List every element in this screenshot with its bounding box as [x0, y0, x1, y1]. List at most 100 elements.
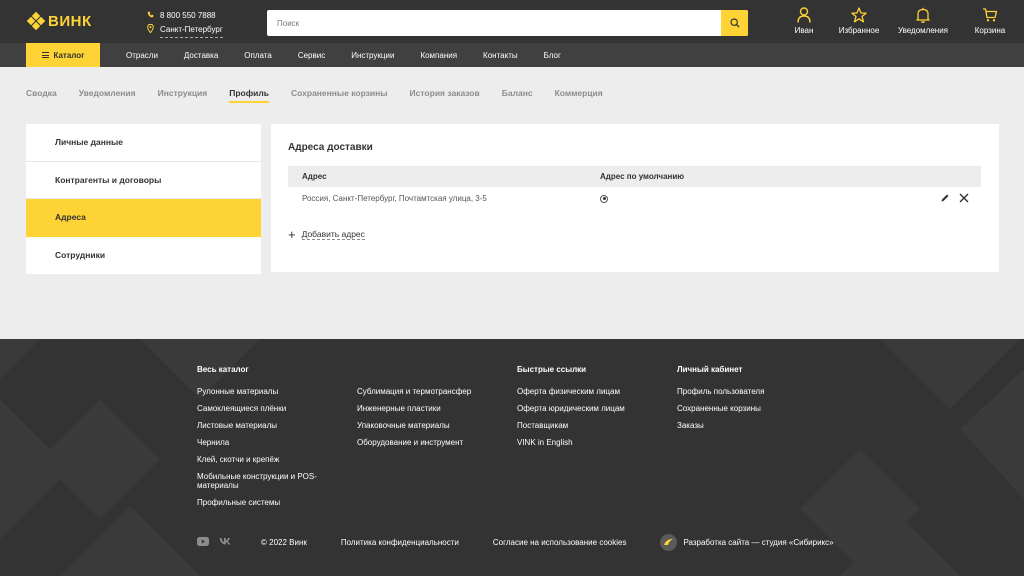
tab-saved-carts[interactable]: Сохраненные корзины: [291, 88, 388, 103]
tab-instruction[interactable]: Инструкция: [158, 88, 208, 103]
plus-icon: +: [288, 226, 296, 242]
footer-link[interactable]: Самоклеящиеся плёнки: [197, 405, 337, 414]
footer-link[interactable]: Оферта юридическим лицам: [517, 405, 657, 414]
search-bar: [267, 10, 748, 36]
nav-link-industries[interactable]: Отрасли: [126, 51, 158, 60]
footer-link[interactable]: Заказы: [677, 422, 817, 431]
add-address-button[interactable]: + Добавить адрес: [288, 226, 365, 242]
sidebar-item-personal-data[interactable]: Личные данные: [26, 124, 261, 162]
add-address-label: Добавить адрес: [301, 229, 365, 240]
sidebar-item-addresses[interactable]: Адреса: [26, 199, 261, 237]
nav-link-instructions[interactable]: Инструкции: [351, 51, 394, 60]
header-actions: Иван Избранное Уведомления Корзина: [780, 7, 1020, 35]
tab-balance[interactable]: Баланс: [502, 88, 533, 103]
star-icon: [851, 7, 867, 23]
nav-link-payment[interactable]: Оплата: [244, 51, 272, 60]
logo[interactable]: ВИНК: [26, 11, 92, 31]
nav-links: Отрасли Доставка Оплата Сервис Инструкци…: [126, 43, 587, 67]
profile-sidebar: Личные данные Контрагенты и договоры Адр…: [26, 124, 261, 274]
menu-icon: [41, 52, 49, 58]
city-selector[interactable]: Санкт-Петербург: [160, 23, 223, 38]
cart-label: Корзина: [974, 26, 1006, 35]
cart-button[interactable]: Корзина: [960, 7, 1020, 35]
developer-link[interactable]: Разработка сайта — студия «Сибирикс»: [660, 533, 834, 551]
notifications-button[interactable]: Уведомления: [890, 7, 956, 35]
cart-icon: [983, 8, 998, 22]
footer-link[interactable]: Профиль пользователя: [677, 387, 817, 397]
addresses-panel: Адреса доставки Адрес Адрес по умолчанию…: [271, 124, 999, 272]
close-icon: [959, 193, 969, 203]
nav-link-delivery[interactable]: Доставка: [184, 51, 218, 60]
phone-link[interactable]: 8 800 550 7888: [160, 9, 216, 23]
address-cell: Россия, Санкт-Петербург, Почтамтская ули…: [302, 194, 487, 203]
cookies-consent-link[interactable]: Согласие на использование cookies: [493, 538, 627, 547]
footer-link[interactable]: Упаковочные материалы: [357, 422, 497, 431]
footer-link[interactable]: Оборудование и инструмент: [357, 439, 497, 448]
footer-col-catalog: Весь каталог Рулонные материалы Самоклея…: [197, 365, 337, 516]
footer-link[interactable]: VINK in English: [517, 439, 657, 448]
logo-text: ВИНК: [48, 12, 92, 30]
main-nav: Каталог Отрасли Доставка Оплата Сервис И…: [0, 43, 1024, 67]
footer-col-account: Личный кабинет Профиль пользователя Сохр…: [677, 365, 817, 439]
location-pin-icon: [147, 23, 154, 38]
search-button[interactable]: [721, 10, 748, 36]
footer-link[interactable]: Инженерные пластики: [357, 405, 497, 414]
favorites-label: Избранное: [838, 26, 880, 35]
tab-order-history[interactable]: История заказов: [410, 88, 480, 103]
edit-button[interactable]: [940, 193, 950, 205]
footer-link[interactable]: Клей, скотчи и крепёж: [197, 456, 337, 465]
search-input[interactable]: [267, 10, 721, 36]
footer-col-title: Быстрые ссылки: [517, 365, 587, 374]
footer-link[interactable]: Рулонные материалы: [197, 387, 337, 397]
table-header: Адрес Адрес по умолчанию: [288, 166, 981, 187]
footer-link[interactable]: Листовые материалы: [197, 422, 337, 431]
vk-icon[interactable]: [219, 537, 231, 548]
search-icon: [729, 18, 740, 28]
nav-link-service[interactable]: Сервис: [298, 51, 325, 60]
catalog-label: Каталог: [53, 50, 85, 60]
studio-logo-icon: [660, 533, 678, 551]
footer-link[interactable]: Сохраненные корзины: [677, 405, 817, 414]
tab-summary[interactable]: Сводка: [26, 88, 57, 103]
sidebar-item-employees[interactable]: Сотрудники: [26, 237, 261, 275]
copyright: © 2022 Винк: [261, 537, 307, 547]
default-address-radio[interactable]: [600, 194, 608, 203]
contact-block: 8 800 550 7888 Санкт-Петербург: [147, 9, 223, 38]
page-title: Адреса доставки: [288, 142, 373, 153]
footer-link[interactable]: Оферта физическим лицам: [517, 387, 657, 397]
footer-bottom: © 2022 Винк Политика конфиденциальности …: [197, 533, 897, 551]
footer-link[interactable]: Поставщикам: [517, 422, 657, 431]
row-actions: [940, 193, 969, 205]
footer-col-title: Личный кабинет: [677, 365, 743, 374]
footer-col-quick-links: Быстрые ссылки Оферта физическим лицам О…: [517, 365, 657, 456]
logo-mark-icon: [26, 11, 46, 31]
catalog-button[interactable]: Каталог: [26, 43, 100, 67]
youtube-icon[interactable]: [197, 536, 209, 548]
footer-col-catalog-2: Сублимация и термотрансфер Инженерные пл…: [357, 365, 497, 456]
column-header-default: Адрес по умолчанию: [600, 172, 685, 181]
notifications-label: Уведомления: [897, 26, 949, 35]
bell-icon: [916, 7, 930, 23]
user-button[interactable]: Иван: [780, 7, 828, 35]
footer-link[interactable]: Сублимация и термотрансфер: [357, 387, 497, 397]
table-row: Россия, Санкт-Петербург, Почтамтская ули…: [288, 187, 981, 210]
nav-link-blog[interactable]: Блог: [544, 51, 561, 60]
favorites-button[interactable]: Избранное: [828, 7, 890, 35]
tab-commerce[interactable]: Коммерция: [555, 88, 603, 103]
footer: Весь каталог Рулонные материалы Самоклея…: [0, 339, 1024, 576]
nav-link-contacts[interactable]: Контакты: [483, 51, 518, 60]
addresses-table: Адрес Адрес по умолчанию Россия, Санкт-П…: [288, 166, 981, 210]
sidebar-item-contractors[interactable]: Контрагенты и договоры: [26, 162, 261, 199]
footer-col-title: Весь каталог: [197, 365, 249, 374]
delete-button[interactable]: [959, 193, 969, 205]
footer-link[interactable]: Мобильные конструкции и POS-материалы: [197, 473, 322, 490]
footer-link[interactable]: Профильные системы: [197, 499, 337, 508]
developer-label: Разработка сайта — студия «Сибирикс»: [683, 537, 834, 547]
social-links: [197, 536, 231, 548]
tab-notifications[interactable]: Уведомления: [79, 88, 136, 103]
column-header-address: Адрес: [302, 172, 327, 181]
footer-link[interactable]: Чернила: [197, 439, 337, 448]
nav-link-company[interactable]: Компания: [420, 51, 457, 60]
privacy-policy-link[interactable]: Политика конфиденциальности: [341, 538, 459, 547]
tab-profile[interactable]: Профиль: [229, 88, 270, 103]
